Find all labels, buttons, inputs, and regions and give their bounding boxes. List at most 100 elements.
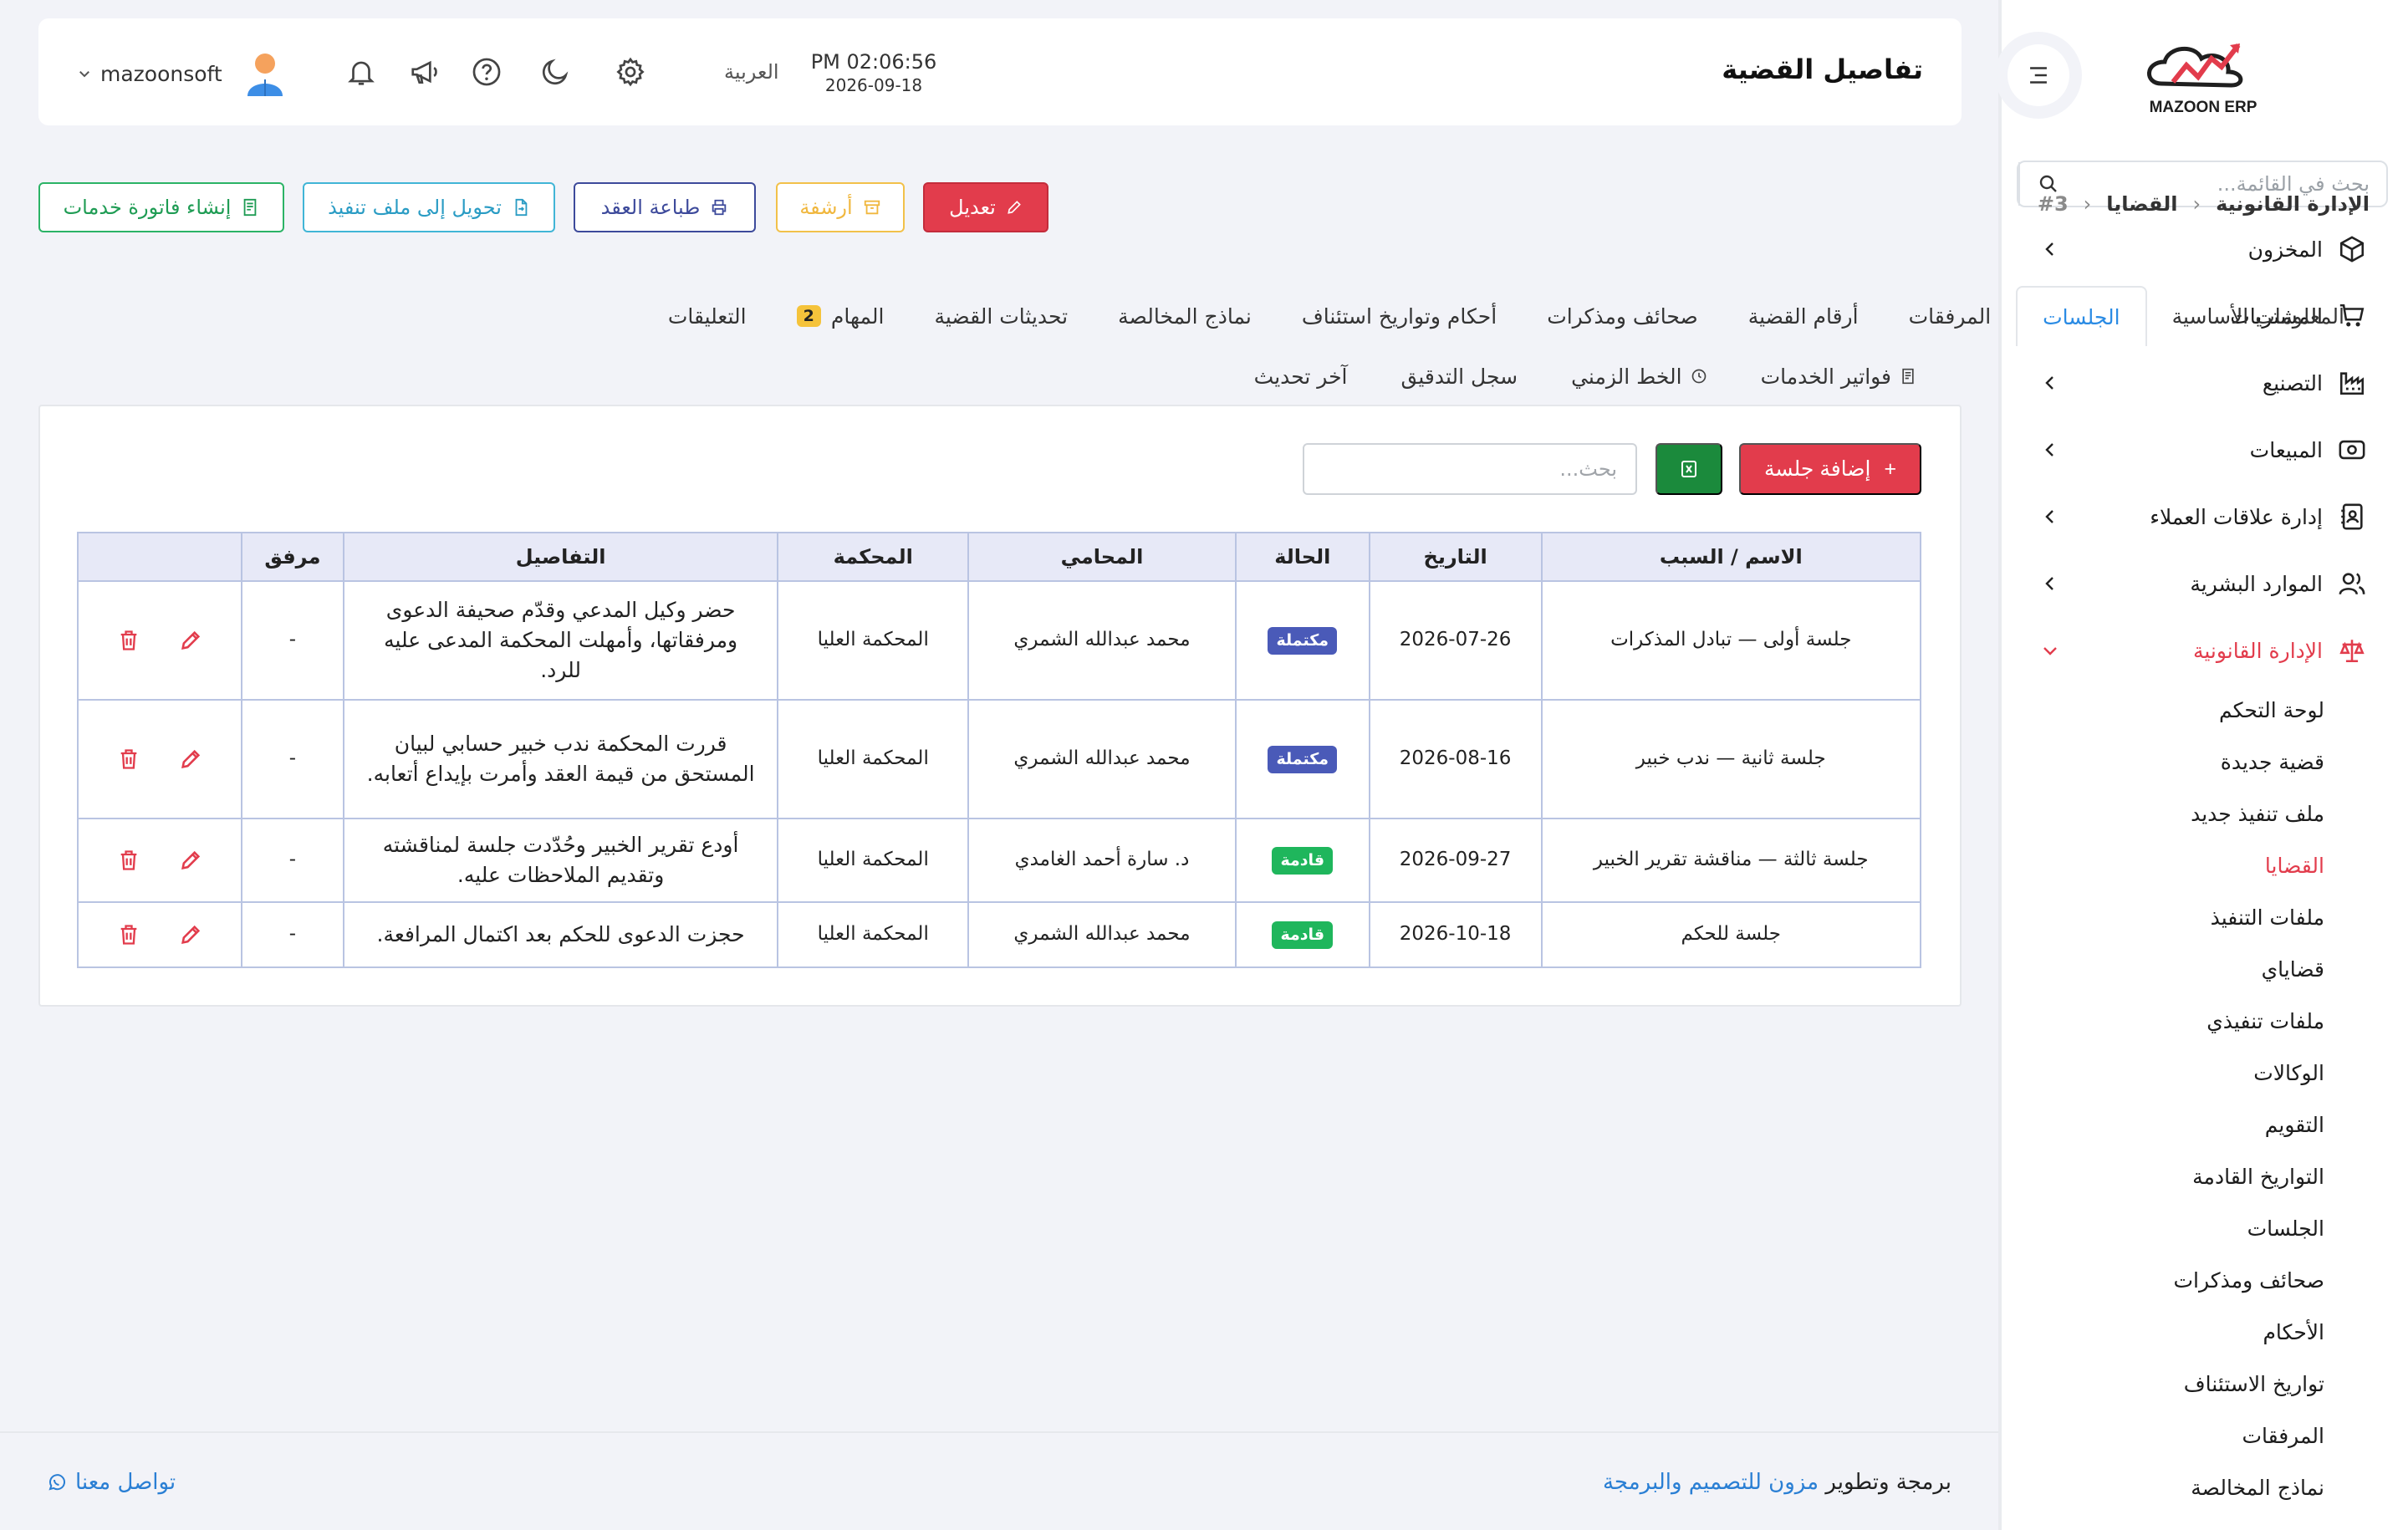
sidebar-toggle-button[interactable] — [1995, 32, 2082, 119]
sessions-table: الاسم / السبب التاريخ الحالة المحامي الم… — [77, 532, 1922, 968]
chevron-left-icon — [2045, 510, 2053, 523]
submenu-item-judgments[interactable]: الأحكام — [1998, 1306, 2324, 1358]
submenu-item-settlement-forms[interactable]: نماذج المخالصة — [1998, 1461, 2324, 1513]
tab-sessions[interactable]: الجلسات — [2016, 286, 2147, 346]
help-button[interactable] — [468, 54, 505, 90]
submenu-item-dashboard[interactable]: لوحة التحكم — [1998, 684, 2324, 736]
tasks-count-badge: 2 — [796, 305, 821, 327]
footer-credit: برمجة وتطوير مزون للتصميم والبرمجة — [1603, 1470, 1951, 1495]
transfer-to-execution-button[interactable]: تحويل إلى ملف تنفيذ — [303, 182, 555, 232]
breadcrumb-root[interactable]: الإدارة القانونية — [2216, 192, 2370, 216]
add-session-button[interactable]: + إضافة جلسة — [1739, 443, 1921, 495]
column-header-status[interactable]: الحالة — [1234, 532, 1370, 582]
sidebar-item-crm[interactable]: إدارة علاقات العملاء — [1998, 483, 2408, 550]
export-excel-button[interactable] — [1656, 443, 1722, 495]
cell-court: المحكمة العليا — [777, 818, 970, 903]
moon-icon — [542, 59, 569, 85]
submenu-item-my-execution-files[interactable]: ملفات تنفيذي — [1998, 995, 2324, 1047]
delete-row-button[interactable] — [117, 747, 140, 771]
column-header-lawyer[interactable]: المحامي — [967, 532, 1237, 582]
tab-timeline[interactable]: الخط الزمني — [1544, 365, 1734, 389]
tab-service-invoices[interactable]: فواتير الخدمات — [1734, 365, 1943, 389]
status-badge: مكتملة — [1268, 626, 1338, 655]
cell-status: قادمة — [1234, 818, 1370, 903]
sidebar-item-legal[interactable]: الإدارة القانونية — [1998, 617, 2408, 684]
tab-attachments[interactable]: المرفقات — [1884, 286, 2017, 346]
column-header-details[interactable]: التفاصيل — [342, 532, 779, 582]
submenu-item-new-case[interactable]: قضية جديدة — [1998, 736, 2324, 788]
sessions-search-input[interactable] — [1304, 445, 1635, 493]
tab-judgments-appeals[interactable]: أحكام وتواريخ استئناف — [1277, 286, 1522, 346]
archive-button[interactable]: أرشفة — [776, 182, 905, 232]
sidebar-item-hr[interactable]: الموارد البشرية — [1998, 550, 2408, 617]
breadcrumb-cases[interactable]: القضايا — [2106, 192, 2177, 216]
sessions-search[interactable] — [1303, 443, 1637, 495]
submenu-item-new-execution-file[interactable]: ملف تنفيذ جديد — [1998, 788, 2324, 839]
status-badge: مكتملة — [1268, 745, 1338, 774]
archive-button-label: أرشفة — [799, 196, 853, 219]
sidebar-item-manufacturing[interactable]: التصنيع — [1998, 349, 2408, 416]
contact-us-label: تواصل معنا — [75, 1470, 176, 1495]
edit-row-button[interactable] — [179, 849, 202, 872]
cell-attachment: - — [240, 699, 344, 819]
edit-row-button[interactable] — [179, 923, 202, 946]
edit-row-button[interactable] — [179, 629, 202, 652]
cash-icon — [2339, 440, 2365, 460]
language-switch[interactable]: العربية — [724, 60, 779, 84]
delete-row-button[interactable] — [117, 923, 140, 946]
edit-row-button[interactable] — [179, 747, 202, 771]
column-header-name[interactable]: الاسم / السبب — [1540, 532, 1922, 582]
submenu-item-my-cases[interactable]: قضاياي — [1998, 943, 2324, 995]
whatsapp-icon — [48, 1474, 65, 1491]
submenu-item-agencies[interactable]: الوكالات — [1998, 1047, 2324, 1099]
tab-service-invoices-label: فواتير الخدمات — [1760, 364, 1891, 389]
cell-name: جلسة ثانية — ندب خبير — [1540, 699, 1922, 819]
column-header-attachment[interactable]: مرفق — [240, 532, 344, 582]
print-contract-button[interactable]: طباعة العقد — [574, 182, 756, 232]
case-tabs-secondary: فواتير الخدمات الخط الزمني سجل التدقيق آ… — [1227, 354, 1943, 398]
create-service-invoice-button[interactable]: إنشاء فاتورة خدمات — [38, 182, 284, 232]
column-header-date[interactable]: التاريخ — [1368, 532, 1543, 582]
add-session-label: إضافة جلسة — [1763, 457, 1871, 481]
pencil-icon — [181, 749, 201, 768]
delete-row-button[interactable] — [117, 629, 140, 652]
pencil-icon — [1008, 201, 1021, 214]
tab-memos[interactable]: صحائف ومذكرات — [1522, 286, 1723, 346]
legal-submenu: لوحة التحكم قضية جديدة ملف تنفيذ جديد ال… — [1998, 684, 2408, 1513]
tab-tasks[interactable]: المهام 2 — [772, 286, 910, 346]
settings-button[interactable] — [612, 54, 649, 90]
announcements-button[interactable] — [406, 54, 443, 90]
sidebar-item-sales[interactable]: المبيعات — [1998, 416, 2408, 483]
tab-comments[interactable]: التعليقات — [643, 286, 772, 346]
chevron-left-icon — [2045, 443, 2053, 456]
submenu-item-cases[interactable]: القضايا — [1998, 839, 2324, 891]
submenu-item-sessions[interactable]: الجلسات — [1998, 1202, 2324, 1254]
dark-mode-button[interactable] — [537, 54, 574, 90]
tab-basic-info[interactable]: المعلومات الأساسية — [2147, 286, 2370, 346]
cell-name: جلسة ثالثة — مناقشة تقرير الخبير — [1540, 818, 1922, 903]
tab-settlement-forms[interactable]: نماذج المخالصة — [1093, 286, 1277, 346]
brand-logo[interactable]: MAZOON ERP — [2128, 33, 2278, 117]
tab-case-numbers[interactable]: أرقام القضية — [1723, 286, 1884, 346]
contact-us-link[interactable]: تواصل معنا — [47, 1470, 176, 1495]
status-badge: قادمة — [1272, 846, 1334, 875]
footer-credit-link[interactable]: مزون للتصميم والبرمجة — [1603, 1470, 1819, 1495]
edit-button[interactable]: تعديل — [923, 182, 1048, 232]
tab-audit-log[interactable]: سجل التدقيق — [1375, 365, 1545, 389]
notifications-button[interactable] — [343, 54, 380, 90]
submenu-item-attachments[interactable]: المرفقات — [1998, 1410, 2324, 1461]
submenu-item-memos[interactable]: صحائف ومذكرات — [1998, 1254, 2324, 1306]
sidebar-item-inventory[interactable]: المخزون — [1998, 216, 2408, 283]
user-menu[interactable]: mazoonsoft — [77, 50, 286, 97]
delete-row-button[interactable] — [117, 849, 140, 872]
cell-court: المحكمة العليا — [777, 901, 970, 968]
tab-last-update[interactable]: آخر تحديث — [1227, 365, 1375, 389]
submenu-item-execution-files[interactable]: ملفات التنفيذ — [1998, 891, 2324, 943]
column-header-court[interactable]: المحكمة — [777, 532, 970, 582]
cell-status: مكتملة — [1234, 580, 1370, 701]
submenu-item-calendar[interactable]: التقويم — [1998, 1099, 2324, 1150]
submenu-item-appeal-dates[interactable]: تواريخ الاستئناف — [1998, 1358, 2324, 1410]
tab-case-updates[interactable]: تحديثات القضية — [909, 286, 1093, 346]
submenu-item-upcoming-dates[interactable]: التواريخ القادمة — [1998, 1150, 2324, 1202]
table-header-row: الاسم / السبب التاريخ الحالة المحامي الم… — [77, 532, 1922, 582]
